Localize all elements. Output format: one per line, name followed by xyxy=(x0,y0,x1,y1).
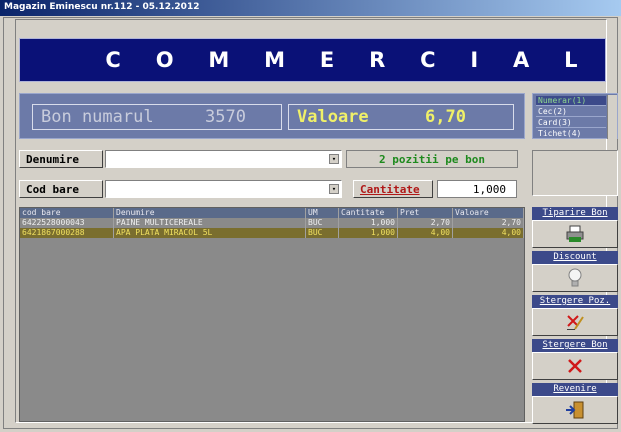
denumire-label: Denumire xyxy=(19,150,103,168)
chevron-down-icon[interactable]: ▾ xyxy=(329,154,339,164)
cell-value: 4,00 xyxy=(453,228,524,238)
window-title: Magazin Eminescu nr.112 - 05.12.2012 xyxy=(4,2,200,12)
table-header: cod bare Denumire UM Cantitate Pret Valo… xyxy=(20,208,524,218)
receipt-number: 3570 xyxy=(205,107,246,127)
discount-label[interactable]: Discount xyxy=(532,251,618,264)
cell-barcode: 6422528000043 xyxy=(20,218,114,228)
column-header[interactable]: Pret xyxy=(398,208,453,218)
payment-list-scrollbar[interactable] xyxy=(607,95,617,139)
receipt-number-label: Bon numarul xyxy=(41,107,154,127)
banner-letter: M xyxy=(208,48,230,72)
banner-letter: I xyxy=(470,48,479,72)
chevron-down-icon[interactable]: ▾ xyxy=(329,184,339,194)
action-discount[interactable]: Discount xyxy=(532,251,618,292)
payment-method-cash[interactable]: Numerar(1) xyxy=(536,96,606,106)
cell-quantity: 1,000 xyxy=(339,228,398,238)
banner-letter: C xyxy=(420,48,436,72)
go-back-label[interactable]: Revenire xyxy=(532,383,618,396)
printer-icon xyxy=(566,225,584,242)
denumire-combo[interactable]: ▾ xyxy=(105,150,342,168)
cell-name: APA PLATA MIRACOL 5L xyxy=(114,228,306,238)
receipt-value-label: Valoare xyxy=(297,107,369,127)
receipt-value: 6,70 xyxy=(425,107,466,127)
action-delete-receipt[interactable]: Stergere Bon xyxy=(532,339,618,380)
banner-letter: L xyxy=(564,48,578,72)
payment-method-check[interactable]: Cec(2) xyxy=(536,107,606,117)
cell-quantity: 1,000 xyxy=(339,218,398,228)
banner-letter: A xyxy=(513,48,530,72)
action-delete-position[interactable]: Stergere Poz. xyxy=(532,295,618,336)
column-header[interactable]: Cantitate xyxy=(339,208,398,218)
quantity-input[interactable]: 1,000 xyxy=(437,180,517,198)
delete-receipt-button[interactable] xyxy=(532,352,618,380)
action-go-back[interactable]: Revenire xyxy=(532,383,618,424)
discount-button[interactable] xyxy=(532,264,618,292)
exit-door-icon xyxy=(566,401,584,419)
table-row[interactable]: 6421867000288 APA PLATA MIRACOL 5L BUC 1… xyxy=(20,228,524,238)
receipt-number-box: Bon numarul 3570 xyxy=(32,104,282,130)
print-receipt-label[interactable]: Tiparire Bon xyxy=(532,207,618,220)
payment-method-card[interactable]: Card(3) xyxy=(536,118,606,128)
positions-count: 2 pozitii pe bon xyxy=(346,150,518,168)
title-bar: Magazin Eminescu nr.112 - 05.12.2012 xyxy=(0,0,621,16)
column-header[interactable]: UM xyxy=(306,208,339,218)
banner-letter: E xyxy=(319,48,335,72)
column-header[interactable]: Valoare xyxy=(453,208,524,218)
column-header[interactable]: cod bare xyxy=(20,208,114,218)
delete-position-button[interactable] xyxy=(532,308,618,336)
payment-method-voucher[interactable]: Tichet(4) xyxy=(536,129,606,139)
cell-price: 2,70 xyxy=(398,218,453,228)
table-row[interactable]: 6422528000043 PAINE MULTICEREALE BUC 1,0… xyxy=(20,218,524,228)
receipt-info-bar: Bon numarul 3570 Valoare 6,70 xyxy=(19,93,525,139)
cell-value: 2,70 xyxy=(453,218,524,228)
cell-name: PAINE MULTICEREALE xyxy=(114,218,306,228)
cod-bare-combo[interactable]: ▾ xyxy=(105,180,342,198)
delete-position-icon xyxy=(567,315,584,330)
cell-unit: BUC xyxy=(306,228,339,238)
items-table[interactable]: cod bare Denumire UM Cantitate Pret Valo… xyxy=(19,207,525,422)
cell-unit: BUC xyxy=(306,218,339,228)
cod-bare-label: Cod bare xyxy=(19,180,103,198)
payment-method-list[interactable]: Numerar(1) Cec(2) Card(3) Tichet(4) xyxy=(532,93,618,139)
banner-letter: O xyxy=(155,48,174,72)
go-back-button[interactable] xyxy=(532,396,618,424)
banner-letter: M xyxy=(264,48,286,72)
receipt-value-box: Valoare 6,70 xyxy=(288,104,514,130)
column-header[interactable]: Denumire xyxy=(114,208,306,218)
delete-position-label[interactable]: Stergere Poz. xyxy=(532,295,618,308)
print-receipt-button[interactable] xyxy=(532,220,618,248)
banner-letter: C xyxy=(105,48,121,72)
cantitate-label: Cantitate xyxy=(353,180,433,198)
delete-icon xyxy=(568,359,582,373)
cell-price: 4,00 xyxy=(398,228,453,238)
banner-letter: R xyxy=(369,48,386,72)
lightbulb-icon xyxy=(568,268,582,287)
cell-barcode: 6421867000288 xyxy=(20,228,114,238)
delete-receipt-label[interactable]: Stergere Bon xyxy=(532,339,618,352)
action-print-receipt[interactable]: Tiparire Bon xyxy=(532,207,618,248)
side-empty-panel xyxy=(532,150,618,196)
banner: C O M M E R C I A L xyxy=(19,38,606,82)
